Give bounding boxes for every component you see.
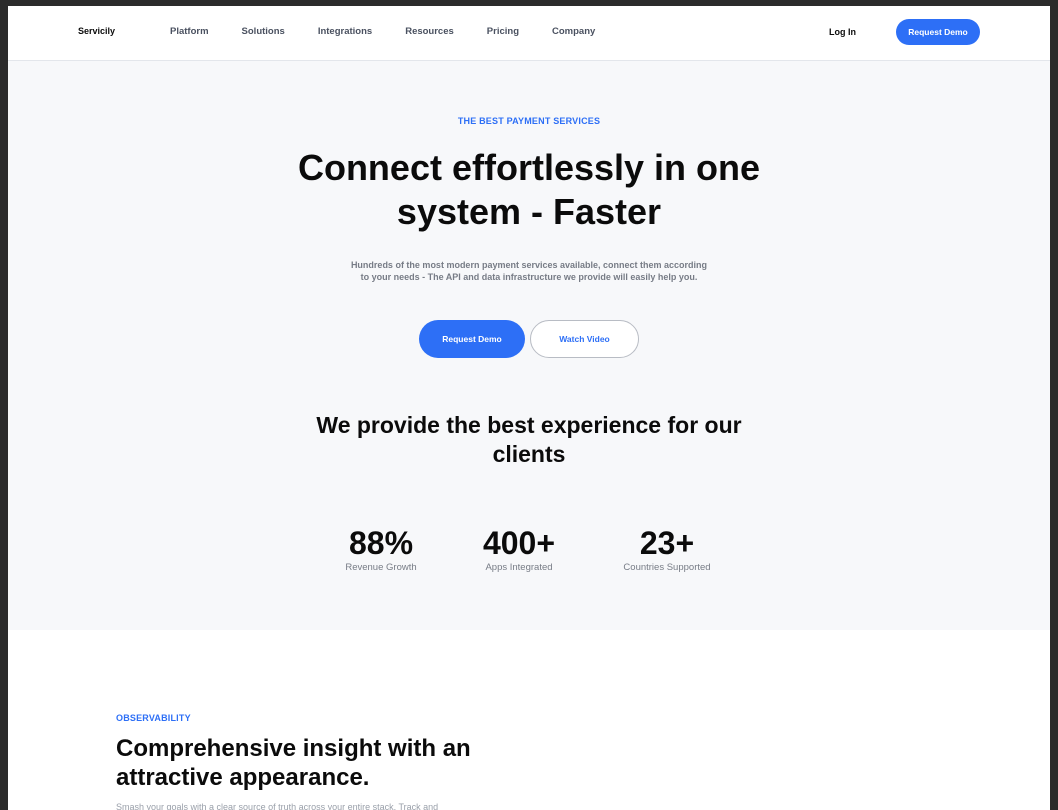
page: Servicily Platform Solutions Integration…	[8, 6, 1050, 810]
nav-item-pricing[interactable]: Pricing	[487, 26, 519, 37]
nav-links: Platform Solutions Integrations Resource…	[170, 26, 628, 37]
brand-logo[interactable]: Servicily	[78, 26, 115, 36]
request-demo-button[interactable]: Request Demo	[419, 320, 525, 358]
hero-title: Connect effortlessly in one system - Fas…	[297, 147, 761, 232]
nav-item-company[interactable]: Company	[552, 26, 595, 37]
stat-revenue-growth: 88% Revenue Growth	[326, 526, 436, 573]
nav-request-demo-button[interactable]: Request Demo	[896, 19, 980, 45]
login-link[interactable]: Log In	[829, 27, 856, 37]
hero-subtitle: Hundreds of the most modern payment serv…	[350, 260, 708, 282]
hero-section: THE BEST PAYMENT SERVICES Connect effort…	[8, 61, 1050, 630]
observability-title: Comprehensive insight with an attractive…	[116, 735, 471, 791]
experience-title: We provide the best experience for our c…	[316, 412, 742, 467]
nav-item-integrations[interactable]: Integrations	[318, 26, 372, 37]
watch-video-button[interactable]: Watch Video	[530, 320, 639, 358]
nav-item-solutions[interactable]: Solutions	[242, 26, 285, 37]
stat-label: Apps Integrated	[485, 562, 553, 573]
stat-value: 400+	[482, 525, 556, 561]
stat-label: Countries Supported	[623, 562, 711, 573]
stat-apps-integrated: 400+ Apps Integrated	[459, 526, 579, 573]
observability-description: Smash your goals with a clear source of …	[116, 802, 439, 810]
hero-eyebrow: THE BEST PAYMENT SERVICES	[457, 116, 601, 126]
top-nav: Servicily Platform Solutions Integration…	[8, 6, 1050, 61]
nav-item-resources[interactable]: Resources	[405, 26, 454, 37]
observability-eyebrow: OBSERVABILITY	[116, 713, 191, 723]
nav-item-platform[interactable]: Platform	[170, 26, 209, 37]
stat-countries-supported: 23+ Countries Supported	[604, 526, 730, 573]
stat-value: 23+	[639, 525, 695, 561]
stat-value: 88%	[348, 525, 414, 561]
stat-label: Revenue Growth	[345, 562, 417, 573]
